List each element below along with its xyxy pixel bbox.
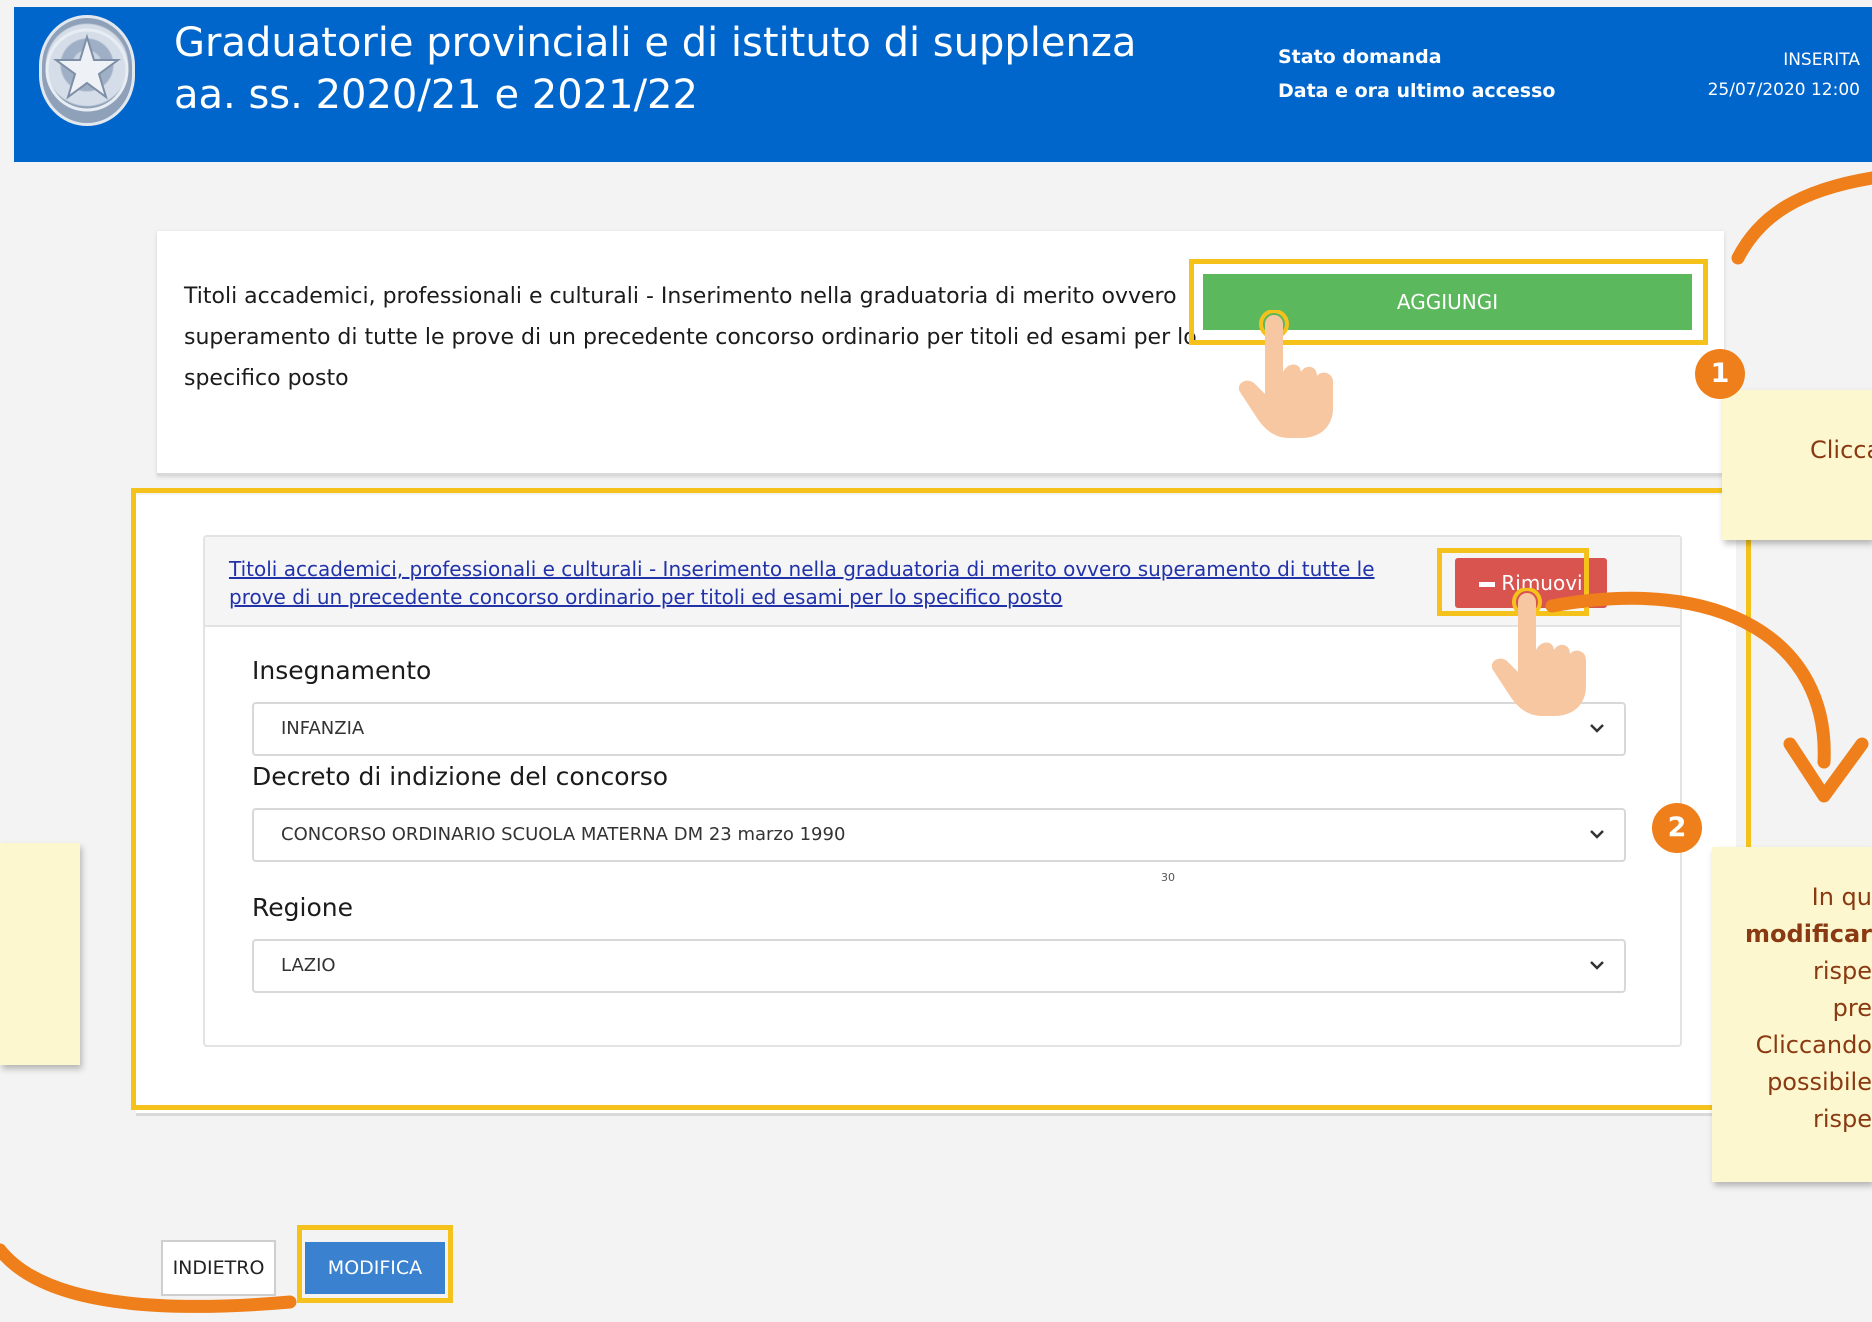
insegnamento-value: INFANZIA <box>281 718 365 739</box>
edit-button[interactable]: MODIFICA <box>305 1242 445 1294</box>
hint-number: 30 <box>1161 871 1175 884</box>
app-header: Graduatorie provinciali e di istituto di… <box>14 7 1872 162</box>
decreto-label: Decreto di indizione del concorso <box>252 762 669 791</box>
status-value: INSERITA <box>1783 50 1860 70</box>
annotation-note-2-text: In qu modificar rispe pre Cliccando poss… <box>1712 879 1872 1138</box>
note2-line2: modificar <box>1745 920 1872 948</box>
title-entry-link[interactable]: Titoli accademici, professionali e cultu… <box>229 555 1409 611</box>
republic-emblem-logo <box>39 15 135 126</box>
status-label: Stato domanda <box>1278 46 1442 68</box>
note2-line7: rispe <box>1812 1105 1872 1133</box>
annotation-note-1-text: Clicca <box>1810 436 1872 464</box>
decreto-select[interactable]: CONCORSO ORDINARIO SCUOLA MATERNA DM 23 … <box>252 808 1626 862</box>
regione-select[interactable]: LAZIO <box>252 939 1626 993</box>
note2-line5: Cliccando <box>1755 1031 1872 1059</box>
insegnamento-label: Insegnamento <box>252 656 432 685</box>
page-title: Graduatorie provinciali e di istituto di… <box>174 17 1224 121</box>
section-description: Titoli accademici, professionali e cultu… <box>184 284 1197 391</box>
title-section-card: Titoli accademici, professionali e cultu… <box>157 231 1724 476</box>
arrow-top-right <box>1731 171 1872 265</box>
page-title-line2: aa. ss. 2020/21 e 2021/22 <box>174 72 698 118</box>
left-annotation-note <box>0 843 80 1065</box>
chevron-down-icon <box>1590 961 1604 970</box>
step-badge-1: 1 <box>1695 349 1745 399</box>
note2-line3: rispe <box>1812 957 1872 985</box>
regione-value: LAZIO <box>281 955 336 976</box>
back-button[interactable]: INDIETRO <box>161 1240 276 1296</box>
last-access-value: 25/07/2020 12:00 <box>1707 80 1860 100</box>
decreto-value: CONCORSO ORDINARIO SCUOLA MATERNA DM 23 … <box>281 824 846 845</box>
note2-line6: possibile <box>1767 1068 1872 1096</box>
regione-label: Regione <box>252 893 353 922</box>
chevron-down-icon <box>1590 830 1604 839</box>
pointer-hand-icon <box>1491 588 1586 716</box>
pointer-hand-icon <box>1238 310 1333 438</box>
annotation-note-1: Clicca <box>1722 390 1872 540</box>
note2-line1: In qu <box>1811 883 1872 911</box>
step-badge-2: 2 <box>1652 803 1702 853</box>
arrow-head-down <box>1783 737 1869 803</box>
last-access-label: Data e ora ultimo accesso <box>1278 80 1556 102</box>
minus-icon <box>1479 582 1496 587</box>
annotation-note-2: In qu modificar rispe pre Cliccando poss… <box>1712 847 1872 1182</box>
insegnamento-select[interactable]: INFANZIA <box>252 702 1626 756</box>
note2-line4: pre <box>1832 994 1872 1022</box>
page-title-line1: Graduatorie provinciali e di istituto di… <box>174 20 1137 66</box>
chevron-down-icon <box>1590 724 1604 733</box>
